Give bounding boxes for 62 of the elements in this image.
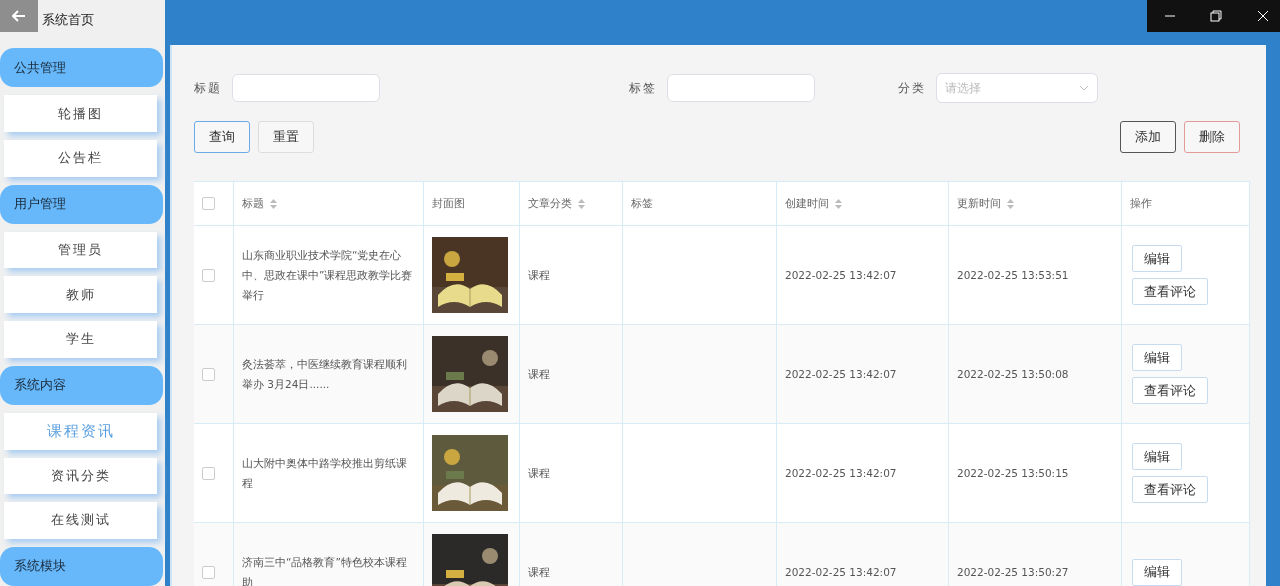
view-comments-button[interactable]: 查看评论 [1132,278,1208,305]
menu-group[interactable]: 系统内容 [0,365,163,405]
column-header: 操作 [1130,196,1152,211]
row-checkbox[interactable] [202,565,215,579]
close-icon[interactable] [1255,9,1270,23]
table-cell-text: 课程 [528,466,550,481]
table-cell-text: 灸法荟萃，中医继续教育课程顺利举办 3月24日...... [242,357,408,392]
sort-icon[interactable] [835,198,842,209]
column-header[interactable]: 创建时间 [785,196,842,211]
sort-icon[interactable] [1007,198,1014,209]
menu-item[interactable]: 轮播图 [4,95,157,132]
sort-icon[interactable] [578,198,585,209]
table-cell-text: 课程 [528,367,550,382]
view-comments-button[interactable]: 查看评论 [1132,476,1208,503]
table-cell-text: 2022-02-25 13:42:07 [785,466,897,481]
field-label: 标题 [194,79,222,97]
delete-button[interactable]: 删除 [1184,121,1240,153]
row-checkbox[interactable] [202,466,215,480]
field-label: 分类 [898,79,926,97]
query-button[interactable]: 查询 [194,121,250,153]
add-button[interactable]: 添加 [1120,121,1176,153]
select-all-checkbox[interactable] [202,197,215,210]
edit-button[interactable]: 编辑 [1132,558,1182,586]
menu-item[interactable]: 学生 [4,321,157,358]
table-cell-text: 山大附中奥体中路学校推出剪纸课程 [242,456,408,491]
table-cell-text: 2022-02-25 13:42:07 [785,367,897,382]
table-cell-text: 2022-02-25 13:50:27 [957,565,1069,580]
edit-button[interactable]: 编辑 [1132,245,1182,272]
menu-group[interactable]: 公共管理 [0,48,163,88]
table-cell-text: 2022-02-25 13:42:07 [785,268,897,283]
chevron-down-icon [1079,85,1089,91]
column-header[interactable]: 文章分类 [528,196,585,211]
table-cell-text: 2022-02-25 13:50:08 [957,367,1069,382]
table-cell-text: 2022-02-25 13:53:51 [957,268,1069,283]
menu-group[interactable]: 系统模块 [0,546,163,586]
input-field[interactable] [232,74,380,102]
menu-item[interactable]: 管理员 [4,231,157,269]
home-link[interactable]: 系统首页 [38,0,94,40]
input-field[interactable] [667,74,815,102]
menu-group[interactable]: 用户管理 [0,184,163,224]
table-cell-text: 课程 [528,268,550,283]
table-cell-text: 课程 [528,565,550,580]
table-cell-text: 山东商业职业技术学院“党史在心中、思政在课中”课程思政教学比赛举行 [242,248,414,303]
reset-button[interactable]: 重置 [258,121,314,153]
menu-item[interactable]: 公告栏 [4,140,157,177]
sort-icon[interactable] [270,198,277,209]
menu-item[interactable]: 在线测试 [4,502,157,539]
restore-icon[interactable] [1209,9,1224,23]
menu-item[interactable]: 资讯分类 [4,457,157,494]
view-comments-button[interactable]: 查看评论 [1132,377,1208,404]
edit-button[interactable]: 编辑 [1132,443,1182,470]
table-cell-text: 2022-02-25 13:50:15 [957,466,1069,481]
column-header[interactable]: 标题 [242,196,277,211]
column-header[interactable]: 更新时间 [957,196,1014,211]
column-header: 封面图 [432,196,465,211]
row-checkbox[interactable] [202,268,215,282]
menu-item[interactable]: 教师 [4,276,157,313]
field-label: 标签 [629,79,657,97]
column-header: 标签 [631,196,653,211]
row-checkbox[interactable] [202,367,215,381]
table-cell-text: 2022-02-25 13:42:07 [785,565,897,580]
edit-button[interactable]: 编辑 [1132,344,1182,371]
